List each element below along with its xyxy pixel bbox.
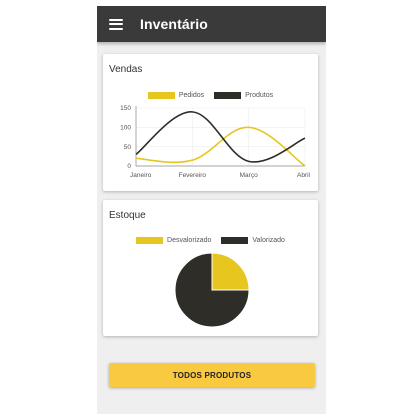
- y-tick-label: 0: [127, 163, 131, 170]
- sales-card: Vendas Pedidos Produtos 0 50 100 150 Janeiro…: [103, 54, 318, 191]
- stock-card: Estoque Desvalorizado Valorizado: [103, 200, 318, 336]
- menu-icon[interactable]: [109, 18, 123, 30]
- app-bar: Inventário: [97, 6, 326, 42]
- x-tick-label: Abril: [297, 172, 311, 179]
- y-tick-label: 100: [120, 125, 131, 132]
- y-tick-label: 50: [124, 144, 132, 151]
- series-line-produtos: [135, 111, 306, 163]
- sales-line-chart: 0 50 100 150 Janeiro Fevereiro Março Abril: [120, 105, 311, 179]
- x-tick-label: Março: [240, 172, 258, 179]
- page-title: Inventário: [140, 16, 208, 32]
- x-tick-label: Fevereiro: [179, 172, 207, 179]
- app-screen: Inventário Vendas Pedidos Produtos 0 50 10…: [97, 6, 326, 414]
- y-tick-label: 150: [120, 105, 131, 112]
- stock-pie-chart: [174, 252, 250, 328]
- x-tick-label: Janeiro: [130, 172, 152, 179]
- all-products-button[interactable]: TODOS PRODUTOS: [109, 363, 315, 387]
- pie-slice-desvalorizado: [211, 252, 250, 291]
